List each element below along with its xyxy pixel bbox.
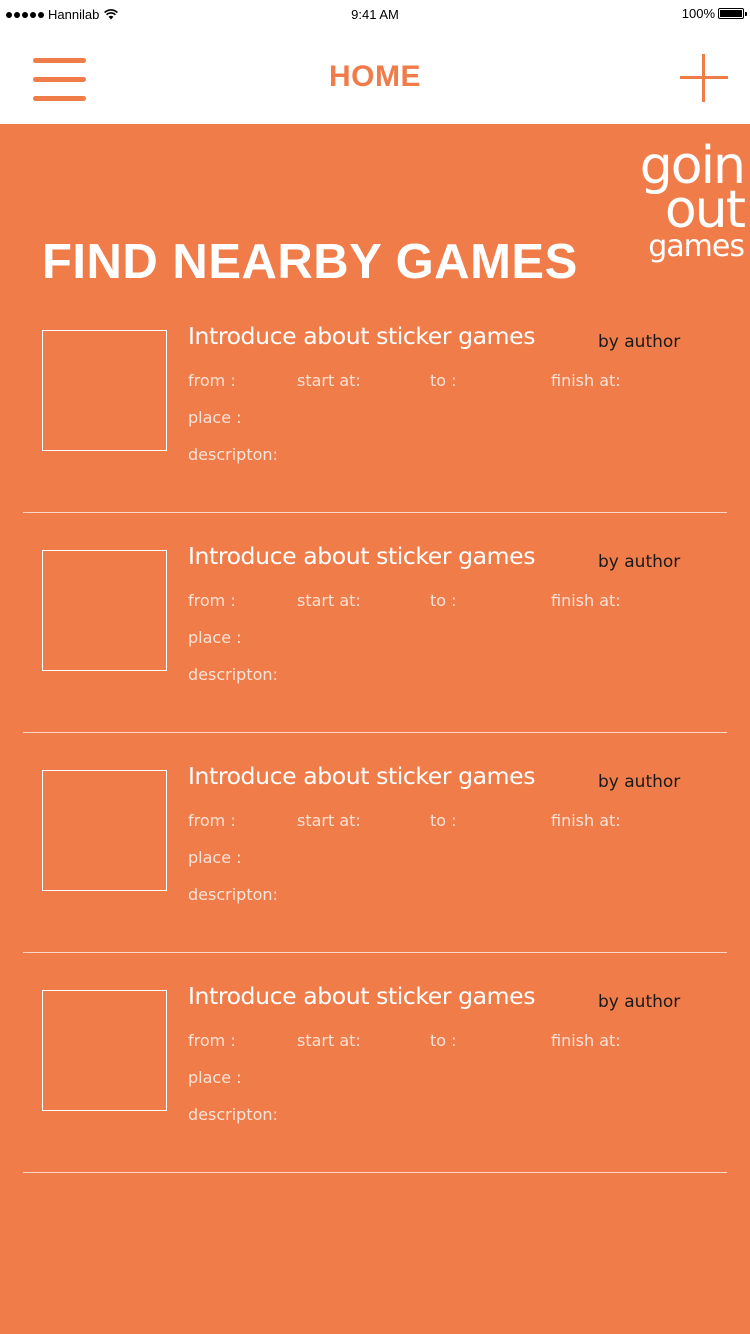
status-right: 100% xyxy=(681,6,747,21)
place-label: place : xyxy=(188,848,242,867)
finish-at-label: finish at: xyxy=(551,591,621,610)
game-author: by author xyxy=(598,772,681,792)
to-label: to : xyxy=(430,591,457,610)
game-author: by author xyxy=(598,992,681,1012)
description-label: descripton: xyxy=(188,885,278,904)
finish-at-label: finish at: xyxy=(551,1031,621,1050)
game-list-item[interactable]: Introduce about sticker games by author … xyxy=(0,970,750,1190)
start-at-label: start at: xyxy=(297,811,361,830)
section-heading: FIND NEARBY GAMES xyxy=(42,235,578,289)
description-label: descripton: xyxy=(188,445,278,464)
game-thumbnail[interactable] xyxy=(42,330,167,451)
game-author: by author xyxy=(598,332,681,352)
game-title[interactable]: Introduce about sticker games xyxy=(188,982,535,1010)
status-time: 9:41 AM xyxy=(351,7,399,22)
divider xyxy=(23,512,727,513)
divider xyxy=(23,1172,727,1173)
description-label: descripton: xyxy=(188,665,278,684)
finish-at-label: finish at: xyxy=(551,371,621,390)
place-label: place : xyxy=(188,408,242,427)
game-list-item[interactable]: Introduce about sticker games by author … xyxy=(0,750,750,970)
to-label: to : xyxy=(430,371,457,390)
to-label: to : xyxy=(430,1031,457,1050)
start-at-label: start at: xyxy=(297,1031,361,1050)
place-label: place : xyxy=(188,628,242,647)
game-title[interactable]: Introduce about sticker games xyxy=(188,542,535,570)
divider xyxy=(23,952,727,953)
logo-line-3: games xyxy=(648,229,745,264)
from-label: from : xyxy=(188,591,236,610)
to-label: to : xyxy=(430,811,457,830)
game-title[interactable]: Introduce about sticker games xyxy=(188,322,535,350)
from-label: from : xyxy=(188,811,236,830)
game-list-item[interactable]: Introduce about sticker games by author … xyxy=(0,310,750,530)
battery-icon xyxy=(718,8,747,19)
divider xyxy=(23,732,727,733)
game-thumbnail[interactable] xyxy=(42,550,167,671)
start-at-label: start at: xyxy=(297,591,361,610)
status-bar: Hannilab 9:41 AM 100% xyxy=(0,0,750,30)
finish-at-label: finish at: xyxy=(551,811,621,830)
from-label: from : xyxy=(188,1031,236,1050)
place-label: place : xyxy=(188,1068,242,1087)
game-list: Introduce about sticker games by author … xyxy=(0,310,750,1190)
goinout-games-logo: goin out games xyxy=(604,140,746,264)
from-label: from : xyxy=(188,371,236,390)
game-thumbnail[interactable] xyxy=(42,770,167,891)
game-title[interactable]: Introduce about sticker games xyxy=(188,762,535,790)
page-title: HOME xyxy=(329,60,421,93)
game-thumbnail[interactable] xyxy=(42,990,167,1111)
description-label: descripton: xyxy=(188,1105,278,1124)
battery-percent: 100% xyxy=(681,6,715,21)
nav-bar: HOME xyxy=(0,30,750,124)
game-author: by author xyxy=(598,552,681,572)
battery-fill xyxy=(720,10,742,17)
game-list-item[interactable]: Introduce about sticker games by author … xyxy=(0,530,750,750)
plus-icon[interactable] xyxy=(680,54,728,102)
start-at-label: start at: xyxy=(297,371,361,390)
